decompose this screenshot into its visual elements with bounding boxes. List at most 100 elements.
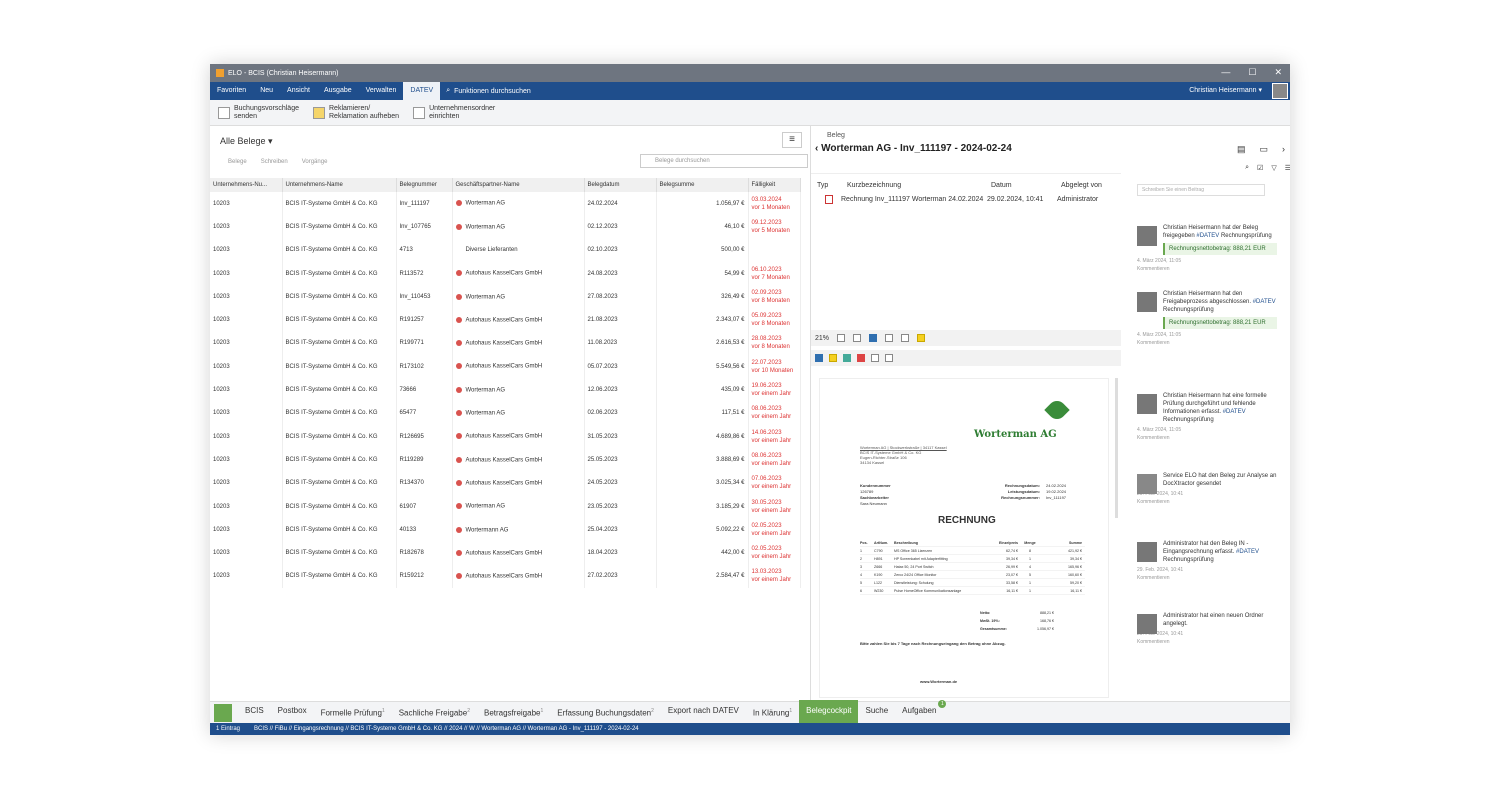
table-row[interactable]: 10203 BCIS IT-Systeme GmbH & Co. KG R12669… [210,424,801,449]
due-relative: vor 8 Monaten [751,344,790,351]
menu-favoriten[interactable]: Favoriten [210,82,253,100]
col-header[interactable]: Fälligkeit [748,178,801,192]
table-row[interactable]: 10203 BCIS IT-Systeme GmbH & Co. KG 65477 W… [210,401,801,425]
close-button[interactable]: ✕ [1274,67,1282,78]
fit-page-icon[interactable] [869,334,878,342]
col-header[interactable]: Belegdatum [584,178,657,192]
tab-aufgaben[interactable]: Aufgaben1 [895,700,953,725]
activity-time: 4. März 2024, 11:05 [1137,427,1182,433]
hashtag-link[interactable]: #DATEV [1223,409,1246,415]
detail-title: ‹ Worterman AG - Inv_111197 - 2024-02-24 [815,143,1012,154]
tab-export-nach-datev[interactable]: Export nach DATEV [661,700,746,725]
document-icon[interactable]: ▤ [1237,144,1246,155]
version-row[interactable]: Rechnung Inv_111197 Worterman 24.02.2024… [817,192,1121,206]
item-cell: 1 [1029,588,1031,593]
text-icon[interactable] [871,354,879,362]
hashtag-link[interactable]: #DATEV [1196,233,1219,239]
note-icon[interactable] [829,354,837,362]
tab-erfassung-buchungsdaten[interactable]: Erfassung Buchungsdaten2 [550,700,661,725]
menu-ausgabe[interactable]: Ausgabe [317,82,359,100]
table-row[interactable]: 10203 BCIS IT-Systeme GmbH & Co. KG 4713 Di… [210,238,801,262]
panel-icon[interactable]: ▭ [1259,144,1268,155]
menu-verwalten[interactable]: Verwalten [359,82,404,100]
col-datum: Datum [991,181,1012,189]
col-header[interactable]: Unternehmens-Nu... [210,178,283,192]
col-header[interactable]: Belegnummer [396,178,453,192]
menu-neu[interactable]: Neu [253,82,280,100]
zoom-in-icon[interactable] [853,334,862,342]
menu-ansicht[interactable]: Ansicht [280,82,317,100]
hashtag-link[interactable]: #DATEV [1236,549,1259,555]
table-row[interactable]: 10203 BCIS IT-Systeme GmbH & Co. KG R11928… [210,448,801,472]
filter-icon[interactable]: ▽ [1271,164,1276,172]
tab-betragsfreigabe[interactable]: Betragsfreigabe1 [477,700,550,725]
table-row[interactable]: 10203 BCIS IT-Systeme GmbH & Co. KG Inv_11… [210,192,801,216]
annotation-icon[interactable] [917,334,926,342]
comment-link[interactable]: Kommentieren [1137,265,1277,273]
line-icon[interactable] [885,354,893,362]
tab-suche[interactable]: Suche [858,700,895,725]
comment-link[interactable]: Kommentieren [1137,434,1277,442]
send-booking-suggestions-button[interactable]: Buchungsvorschläge senden [218,105,299,121]
comment-link[interactable]: Kommentieren [1137,574,1277,582]
tab-formelle-prüfung[interactable]: Formelle Prüfung1 [314,700,392,725]
user-menu[interactable]: Christian Heisermann ▾ [1189,82,1262,100]
create-company-folder-button[interactable]: Unternehmensordner einrichten [413,105,495,121]
complain-button[interactable]: Reklamieren/Reklamation aufheben [313,105,399,121]
hashtag-link[interactable]: #DATEV [1253,299,1276,305]
list-icon[interactable]: ☰ [1285,164,1290,172]
table-row[interactable]: 10203 BCIS IT-Systeme GmbH & Co. KG R15921… [210,564,801,589]
col-kurz: Kurzbezeichnung [847,181,902,189]
apps-grid-icon[interactable] [214,703,232,722]
tab-bcis[interactable]: BCIS [238,700,271,725]
function-search[interactable]: ⌕ Funktionen durchsuchen [446,87,531,95]
col-header[interactable]: Unternehmens-Name [282,178,397,192]
menu-datev[interactable]: DATEV [403,82,441,100]
comment-link[interactable]: Kommentieren [1137,498,1277,506]
col-header[interactable]: Belegsumme [656,178,749,192]
user-avatar[interactable] [1272,83,1288,99]
hamburger-menu-icon[interactable]: ≡ [782,132,802,148]
tab-belegcockpit[interactable]: Belegcockpit [799,700,859,725]
comment-link[interactable]: Kommentieren [1137,638,1277,646]
table-row[interactable]: 10203 BCIS IT-Systeme GmbH & Co. KG R19977… [210,331,801,356]
viewer-scrollbar[interactable] [1115,378,1118,518]
filter-vorgaenge[interactable]: Vorgänge [302,159,328,165]
comment-input[interactable]: Schreiben Sie einen Beitrag [1137,184,1265,196]
table-row[interactable]: 10203 BCIS IT-Systeme GmbH & Co. KG 40133 W… [210,518,801,542]
tab-in-klärung[interactable]: In Klärung1 [746,700,799,725]
feed-check-icon[interactable]: ☑ [1257,164,1263,172]
table-row[interactable]: 10203 BCIS IT-Systeme GmbH & Co. KG Inv_11… [210,285,801,309]
stamp-icon[interactable] [857,354,865,362]
table-row[interactable]: 10203 BCIS IT-Systeme GmbH & Co. KG 61907 W… [210,494,801,519]
pointer-icon[interactable] [815,354,823,362]
table-cell: BCIS IT-Systeme GmbH & Co. KG [282,261,397,286]
comment-link[interactable]: Kommentieren [1137,339,1277,347]
list-title[interactable]: Alle Belege ▾ [220,136,273,147]
table-row[interactable]: 10203 BCIS IT-Systeme GmbH & Co. KG R18267… [210,541,801,565]
maximize-button[interactable]: ☐ [1248,67,1256,78]
tab-postbox[interactable]: Postbox [271,700,314,725]
col-header[interactable]: Geschäftspartner-Name [452,178,585,192]
filter-schreiben[interactable]: Schreiben [261,159,288,165]
due-date: 08.06.2023 [751,406,782,413]
tab-sachliche-freigabe[interactable]: Sachliche Freigabe2 [392,700,477,725]
table-row[interactable]: 10203 BCIS IT-Systeme GmbH & Co. KG R19125… [210,308,801,332]
zoom-out-icon[interactable] [837,334,846,342]
table-row[interactable]: 10203 BCIS IT-Systeme GmbH & Co. KG 73666 W… [210,378,801,402]
minimize-button[interactable]: — [1221,67,1230,78]
table-row[interactable]: 10203 BCIS IT-Systeme GmbH & Co. KG R13437… [210,471,801,495]
table-row[interactable]: 10203 BCIS IT-Systeme GmbH & Co. KG R17310… [210,355,801,379]
rotate-icon[interactable] [901,334,910,342]
meta-label: Rechnungsdatum: [1004,483,1040,488]
filter-belege[interactable]: Belege [228,159,247,165]
fit-width-icon[interactable] [885,334,894,342]
marker-icon[interactable] [843,354,851,362]
forward-chevron-icon[interactable]: › [1282,144,1285,155]
item-cell: 16,11 € [1006,588,1018,593]
activity-text: Christian Heisermann hat eine formelle P… [1163,392,1277,424]
list-search-input[interactable]: Belege durchsuchen [640,154,808,168]
table-row[interactable]: 10203 BCIS IT-Systeme GmbH & Co. KG R11357… [210,261,801,286]
table-row[interactable]: 10203 BCIS IT-Systeme GmbH & Co. KG Inv_10… [210,215,801,239]
search-icon[interactable]: ⌕ [1245,164,1249,172]
